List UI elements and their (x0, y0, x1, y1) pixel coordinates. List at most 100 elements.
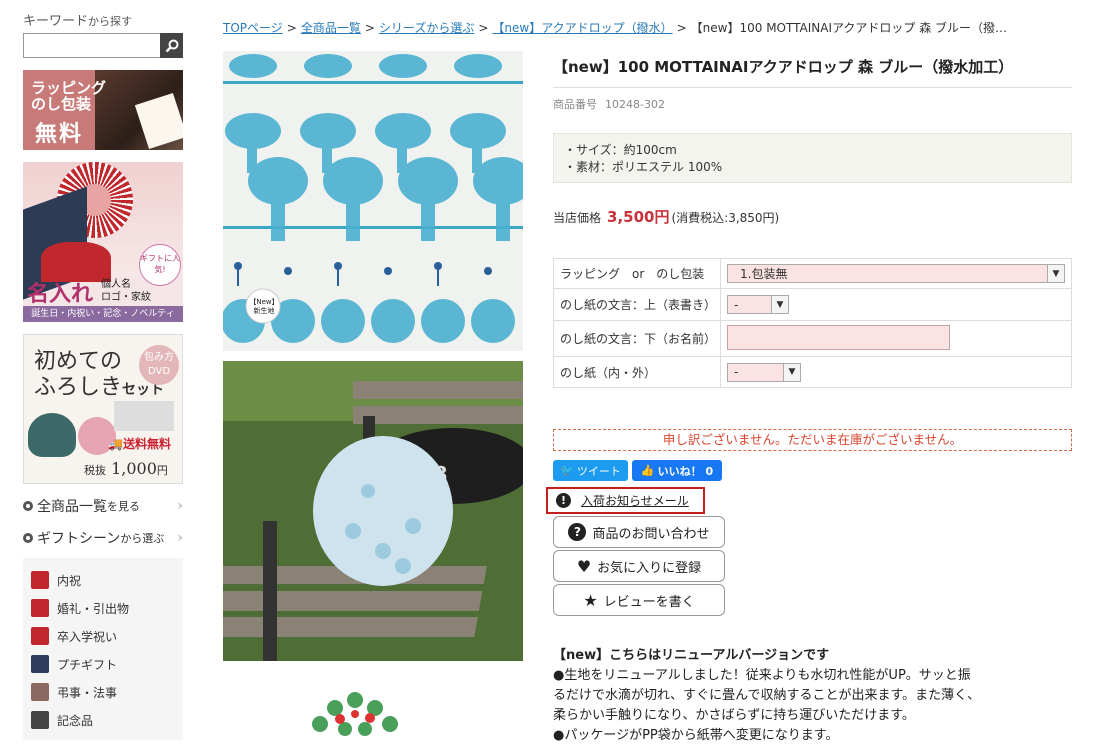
furoshiki-image-green (28, 413, 76, 457)
scene-label: 弔事・法事 (57, 685, 118, 700)
furoshiki-image-dvd (114, 401, 174, 431)
search-input[interactable] (23, 33, 160, 58)
keyword-label: キーワードから探す (23, 10, 183, 29)
spec-material: ・素材：ポリエステル 100% (564, 160, 723, 174)
favorite-button[interactable]: ♥ お気に入りに登録 (553, 550, 725, 582)
noshi-lower-input[interactable] (727, 324, 950, 350)
spec-box: ・サイズ：約100cm ・素材：ポリエステル 100% (553, 133, 1072, 183)
tree-logo-image (312, 692, 398, 736)
description-line: ●パッケージがPP袋から紙帯へ変更になります。 (553, 728, 839, 743)
breadcrumb-series[interactable]: シリーズから選ぶ (379, 21, 474, 35)
breadcrumb-top[interactable]: TOPページ (223, 21, 283, 35)
breadcrumb-sep: > (286, 21, 297, 35)
option-label-noshi-upper: のし紙の文言：上（表書き） (553, 288, 721, 321)
option-cell-noshi-lower (720, 320, 1072, 357)
gift-scene-link[interactable]: ギフトシーン から選ぶ › (23, 528, 183, 548)
noshi-type-select[interactable]: - ▼ (727, 362, 801, 382)
keyword-label-suffix: から探す (88, 15, 133, 28)
chevron-right-icon: › (177, 530, 183, 546)
all-products-suffix: を見る (107, 500, 140, 513)
option-row-noshi-upper: のし紙の文言：上（表書き） - ▼ (553, 288, 1072, 321)
banner-first-furoshiki[interactable]: 初めての ふろしきセット 包み方DVD 🚚送料無料 税抜 1,000円 (23, 334, 183, 484)
chevron-down-icon: ▼ (783, 363, 800, 381)
product-image-pattern[interactable]: 【New】新生地 (223, 51, 523, 351)
furoshiki-price: 税抜 1,000円 (84, 459, 168, 478)
description-heading: 【new】こちらはリニューアルバージョンです (553, 648, 830, 663)
option-row-noshi-lower: のし紙の文言：下（お名前） (553, 320, 1072, 357)
product-description: 【new】こちらはリニューアルバージョンです ●生地をリニューアルしました！従来… (553, 646, 983, 746)
breadcrumb-current: 【new】100 MOTTAINAIアクアドロップ 森 ブルー（撥… (690, 21, 1008, 35)
inquiry-button[interactable]: ? 商品のお問い合わせ (553, 516, 725, 548)
wrapping-select[interactable]: 1.包装無 ▼ (727, 264, 1065, 283)
scene-item-funeral[interactable]: 弔事・法事 (31, 678, 175, 706)
options-table: ラッピング or のし包装 1.包装無 ▼ のし紙の文言：上（表書き） - ▼ … (553, 258, 1072, 388)
banner-name-footer: 誕生日・内祝い・記念・ノベルティ (23, 306, 183, 322)
tax-excluded-label: 税抜 (84, 464, 106, 477)
truck-icon: 🚚 (108, 437, 123, 451)
description-line: ●生地をリニューアルしました！従来よりも水切れ性能がUP。サッと振 (553, 668, 971, 683)
restock-notify-button[interactable]: ! 入荷お知らせメール (546, 487, 705, 514)
furoshiki-price-value: 1,000 (111, 459, 157, 478)
banner-name-sub1: 個人名 (101, 279, 131, 290)
scene-label: 婚礼・引出物 (57, 601, 130, 616)
question-icon: ? (568, 523, 587, 541)
facebook-like-button[interactable]: 👍 いいね！ 0 (632, 460, 722, 481)
tweet-button[interactable]: 🐦 ツイート (553, 460, 628, 481)
free-shipping-text: 送料無料 (122, 437, 171, 451)
favorite-label: お気に入りに登録 (597, 560, 702, 576)
sidebar: キーワードから探す ラッピング のし包装 無料 ギフトに人気! 名入れ 個人名 ロゴ… (23, 0, 183, 740)
banner-name-sub: 個人名 ロゴ・家紋 (101, 278, 151, 304)
heart-icon: ♥ (576, 556, 592, 576)
thumbs-up-icon: 👍 (640, 464, 655, 477)
gift-scene-label: ギフトシーン (37, 531, 121, 547)
inquiry-label: 商品のお問い合わせ (592, 526, 710, 542)
scene-label: 記念品 (57, 713, 94, 728)
breadcrumb-all-products[interactable]: 全商品一覧 (301, 21, 361, 35)
gift-scene-suffix: から選ぶ (120, 532, 165, 545)
exclamation-icon: ! (556, 493, 571, 508)
all-products-link[interactable]: 全商品一覧 を見る › (23, 496, 183, 516)
banner-wrapping-line2: のし包装 (31, 95, 92, 113)
breadcrumb-sep: > (676, 21, 687, 35)
breadcrumb-aquadrop[interactable]: 【new】アクアドロップ（撥水） (492, 21, 672, 35)
description-line: 柔らかい手触りになり、かさばらずに持ち運びいただけます。 (553, 708, 915, 723)
price-label: 当店価格 (553, 211, 602, 225)
option-cell-wrapping: 1.包装無 ▼ (720, 258, 1072, 289)
noshi-upper-select-value: - (734, 297, 739, 312)
scene-item-graduation[interactable]: 卒入学祝い (31, 622, 175, 650)
bullet-icon (23, 501, 33, 511)
option-row-wrapping: ラッピング or のし包装 1.包装無 ▼ (553, 258, 1072, 289)
option-cell-noshi-upper: - ▼ (720, 288, 1072, 321)
restock-notify-label: 入荷お知らせメール (581, 494, 689, 508)
spec-size: ・サイズ：約100cm (564, 143, 677, 157)
product-image-bench[interactable]: RD-8 (223, 361, 523, 661)
tweet-label: ツイート (576, 464, 621, 478)
scene-item-petit-gift[interactable]: プチギフト (31, 650, 175, 678)
all-products-label: 全商品一覧 (37, 499, 107, 515)
banner-free-wrapping[interactable]: ラッピング のし包装 無料 (23, 70, 183, 150)
noshi-type-select-value: - (734, 365, 739, 379)
review-button[interactable]: ★ レビューを書く (553, 584, 725, 616)
scene-label: 卒入学祝い (57, 629, 118, 644)
price-row: 当店価格 3,500円 (消費税込:3,850円) (553, 206, 779, 227)
banner-name-engraving[interactable]: ギフトに人気! 名入れ 個人名 ロゴ・家紋 誕生日・内祝い・記念・ノベルティ (23, 162, 183, 322)
noshi-upper-select[interactable]: - ▼ (727, 295, 789, 314)
keyword-label-text: キーワード (23, 14, 89, 29)
banner-wrapping-free: 無料 (35, 122, 84, 147)
scene-thumb (31, 571, 49, 589)
wrapping-select-value: 1.包装無 (740, 267, 788, 281)
option-label-noshi-type: のし紙（内・外） (553, 356, 721, 388)
scene-item-wedding[interactable]: 婚礼・引出物 (31, 594, 175, 622)
chevron-down-icon: ▼ (1047, 265, 1064, 282)
scene-item-uchiiwai[interactable]: 内祝 (31, 566, 175, 594)
like-label: いいね！ 0 (657, 464, 714, 478)
banner-wrapping-text: ラッピング のし包装 (31, 80, 106, 112)
description-line: るだけで水滴が切れ、すぐに畳んで収納することが出来ます。また薄く、 (553, 688, 981, 703)
breadcrumb-sep: > (364, 21, 375, 35)
scene-thumb (31, 655, 49, 673)
scene-item-commemorative[interactable]: 記念品 (31, 706, 175, 734)
option-label-wrapping: ラッピング or のし包装 (553, 258, 721, 289)
gift-scene-list: 内祝 婚礼・引出物 卒入学祝い プチギフト 弔事・法事 記念品 (23, 558, 183, 740)
search-row (23, 33, 183, 58)
search-button[interactable] (160, 33, 183, 58)
